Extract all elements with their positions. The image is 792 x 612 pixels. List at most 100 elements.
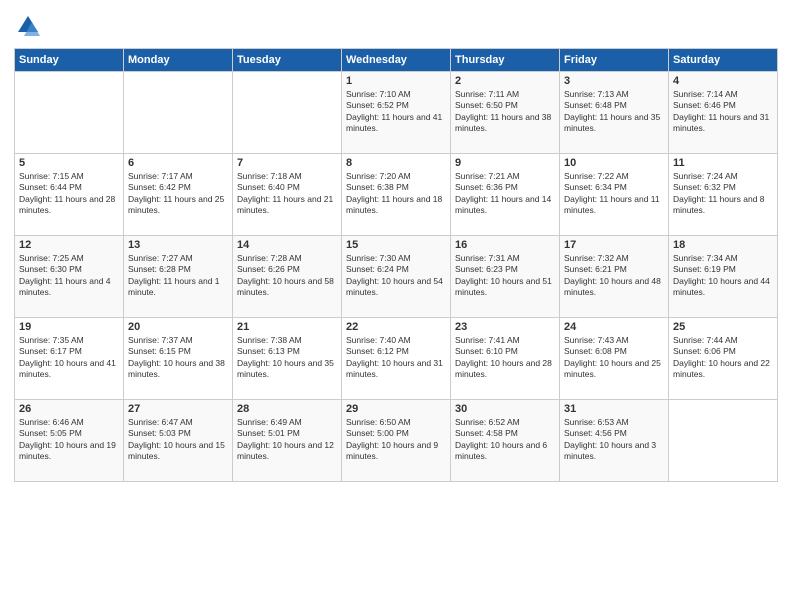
day-cell: 13Sunrise: 7:27 AM Sunset: 6:28 PM Dayli… [124, 236, 233, 318]
day-cell: 31 Sunrise: 6:53 AM Sunset: 4:56 PM Dayli… [560, 400, 669, 482]
day-number: 10 [564, 157, 664, 169]
day-number: 31 [564, 403, 664, 415]
day-info: Sunrise: 7:21 AM Sunset: 6:36 PM Dayligh… [455, 171, 555, 217]
day-info: Sunrise: 7:31 AM Sunset: 6:23 PM Dayligh… [455, 253, 555, 299]
day-info: Sunrise: 7:10 AM Sunset: 6:52 PM Dayligh… [346, 89, 446, 135]
day-number: 22 [346, 321, 446, 333]
day-number: 17 [564, 239, 664, 251]
day-number: 20 [128, 321, 228, 333]
day-cell: 5 Sunrise: 7:15 AM Sunset: 6:44 PM Daylig… [15, 154, 124, 236]
day-cell: 15 Sunrise: 7:30 AM Sunset: 6:24 PM Dayli… [342, 236, 451, 318]
day-cell: 28 Sunrise: 6:49 AM Sunset: 5:01 PM Dayli… [233, 400, 342, 482]
day-info: Sunrise: 6:46 AM Sunset: 5:05 PM Dayligh… [19, 417, 119, 463]
day-number: 4 [673, 75, 773, 87]
day-info: Sunrise: 7:15 AM Sunset: 6:44 PM Dayligh… [19, 171, 119, 217]
day-cell: 9 Sunrise: 7:21 AM Sunset: 6:36 PM Daylig… [451, 154, 560, 236]
weekday-header-monday: Monday [124, 49, 233, 72]
day-number: 14 [237, 239, 337, 251]
day-cell [233, 72, 342, 154]
day-number: 26 [19, 403, 119, 415]
day-info: Sunrise: 7:38 AM Sunset: 6:13 PM Dayligh… [237, 335, 337, 381]
day-info: Sunrise: 7:27 AM Sunset: 6:28 PM Dayligh… [128, 253, 228, 299]
day-info: Sunrise: 7:14 AM Sunset: 6:46 PM Dayligh… [673, 89, 773, 135]
day-cell: 26 Sunrise: 6:46 AM Sunset: 5:05 PM Dayli… [15, 400, 124, 482]
day-info: Sunrise: 7:13 AM Sunset: 6:48 PM Dayligh… [564, 89, 664, 135]
day-number: 28 [237, 403, 337, 415]
day-info: Sunrise: 6:53 AM Sunset: 4:56 PM Dayligh… [564, 417, 664, 463]
day-number: 30 [455, 403, 555, 415]
day-number: 25 [673, 321, 773, 333]
day-number: 9 [455, 157, 555, 169]
calendar-table: SundayMondayTuesdayWednesdayThursdayFrid… [14, 48, 778, 482]
day-info: Sunrise: 7:32 AM Sunset: 6:21 PM Dayligh… [564, 253, 664, 299]
day-info: Sunrise: 7:43 AM Sunset: 6:08 PM Dayligh… [564, 335, 664, 381]
weekday-header-wednesday: Wednesday [342, 49, 451, 72]
day-cell [15, 72, 124, 154]
day-cell [124, 72, 233, 154]
day-number: 29 [346, 403, 446, 415]
calendar-page: SundayMondayTuesdayWednesdayThursdayFrid… [0, 0, 792, 612]
day-cell: 16 Sunrise: 7:31 AM Sunset: 6:23 PM Dayli… [451, 236, 560, 318]
day-number: 1 [346, 75, 446, 87]
day-cell: 27 Sunrise: 6:47 AM Sunset: 5:03 PM Dayli… [124, 400, 233, 482]
week-row-2: 5 Sunrise: 7:15 AM Sunset: 6:44 PM Daylig… [15, 154, 778, 236]
day-number: 6 [128, 157, 228, 169]
day-info: Sunrise: 6:50 AM Sunset: 5:00 PM Dayligh… [346, 417, 446, 463]
day-info: Sunrise: 7:11 AM Sunset: 6:50 PM Dayligh… [455, 89, 555, 135]
day-number: 5 [19, 157, 119, 169]
weekday-header-row: SundayMondayTuesdayWednesdayThursdayFrid… [15, 49, 778, 72]
week-row-4: 19Sunrise: 7:35 AM Sunset: 6:17 PM Dayli… [15, 318, 778, 400]
day-info: Sunrise: 7:18 AM Sunset: 6:40 PM Dayligh… [237, 171, 337, 217]
day-info: Sunrise: 7:22 AM Sunset: 6:34 PM Dayligh… [564, 171, 664, 217]
day-number: 12 [19, 239, 119, 251]
day-cell: 22 Sunrise: 7:40 AM Sunset: 6:12 PM Dayli… [342, 318, 451, 400]
day-info: Sunrise: 7:24 AM Sunset: 6:32 PM Dayligh… [673, 171, 773, 217]
day-info: Sunrise: 7:41 AM Sunset: 6:10 PM Dayligh… [455, 335, 555, 381]
weekday-header-friday: Friday [560, 49, 669, 72]
day-number: 23 [455, 321, 555, 333]
day-cell [669, 400, 778, 482]
day-cell: 2 Sunrise: 7:11 AM Sunset: 6:50 PM Daylig… [451, 72, 560, 154]
day-number: 7 [237, 157, 337, 169]
day-cell: 11 Sunrise: 7:24 AM Sunset: 6:32 PM Dayli… [669, 154, 778, 236]
day-cell: 21 Sunrise: 7:38 AM Sunset: 6:13 PM Dayli… [233, 318, 342, 400]
day-cell: 30 Sunrise: 6:52 AM Sunset: 4:58 PM Dayli… [451, 400, 560, 482]
day-cell: 8Sunrise: 7:20 AM Sunset: 6:38 PM Daylig… [342, 154, 451, 236]
day-cell: 6 Sunrise: 7:17 AM Sunset: 6:42 PM Daylig… [124, 154, 233, 236]
weekday-header-thursday: Thursday [451, 49, 560, 72]
weekday-header-sunday: Sunday [15, 49, 124, 72]
day-info: Sunrise: 6:52 AM Sunset: 4:58 PM Dayligh… [455, 417, 555, 463]
day-number: 16 [455, 239, 555, 251]
day-cell: 23 Sunrise: 7:41 AM Sunset: 6:10 PM Dayli… [451, 318, 560, 400]
logo [14, 12, 46, 40]
day-info: Sunrise: 7:17 AM Sunset: 6:42 PM Dayligh… [128, 171, 228, 217]
day-info: Sunrise: 7:25 AM Sunset: 6:30 PM Dayligh… [19, 253, 119, 299]
day-number: 21 [237, 321, 337, 333]
day-info: Sunrise: 7:34 AM Sunset: 6:19 PM Dayligh… [673, 253, 773, 299]
day-cell: 10 Sunrise: 7:22 AM Sunset: 6:34 PM Dayli… [560, 154, 669, 236]
day-number: 27 [128, 403, 228, 415]
weekday-header-tuesday: Tuesday [233, 49, 342, 72]
day-cell: 3 Sunrise: 7:13 AM Sunset: 6:48 PM Daylig… [560, 72, 669, 154]
day-info: Sunrise: 7:37 AM Sunset: 6:15 PM Dayligh… [128, 335, 228, 381]
day-cell: 20 Sunrise: 7:37 AM Sunset: 6:15 PM Dayli… [124, 318, 233, 400]
day-info: Sunrise: 7:30 AM Sunset: 6:24 PM Dayligh… [346, 253, 446, 299]
day-number: 15 [346, 239, 446, 251]
weekday-header-saturday: Saturday [669, 49, 778, 72]
day-number: 3 [564, 75, 664, 87]
day-info: Sunrise: 6:47 AM Sunset: 5:03 PM Dayligh… [128, 417, 228, 463]
day-cell: 12 Sunrise: 7:25 AM Sunset: 6:30 PM Dayli… [15, 236, 124, 318]
day-number: 2 [455, 75, 555, 87]
day-info: Sunrise: 7:40 AM Sunset: 6:12 PM Dayligh… [346, 335, 446, 381]
day-info: Sunrise: 7:35 AM Sunset: 6:17 PM Dayligh… [19, 335, 119, 381]
week-row-1: 1 Sunrise: 7:10 AM Sunset: 6:52 PM Daylig… [15, 72, 778, 154]
day-number: 11 [673, 157, 773, 169]
day-cell: 19Sunrise: 7:35 AM Sunset: 6:17 PM Dayli… [15, 318, 124, 400]
day-cell: 25Sunrise: 7:44 AM Sunset: 6:06 PM Dayli… [669, 318, 778, 400]
day-number: 8 [346, 157, 446, 169]
day-cell: 1 Sunrise: 7:10 AM Sunset: 6:52 PM Daylig… [342, 72, 451, 154]
day-cell: 7 Sunrise: 7:18 AM Sunset: 6:40 PM Daylig… [233, 154, 342, 236]
day-number: 18 [673, 239, 773, 251]
day-info: Sunrise: 6:49 AM Sunset: 5:01 PM Dayligh… [237, 417, 337, 463]
day-cell: 4 Sunrise: 7:14 AM Sunset: 6:46 PM Daylig… [669, 72, 778, 154]
